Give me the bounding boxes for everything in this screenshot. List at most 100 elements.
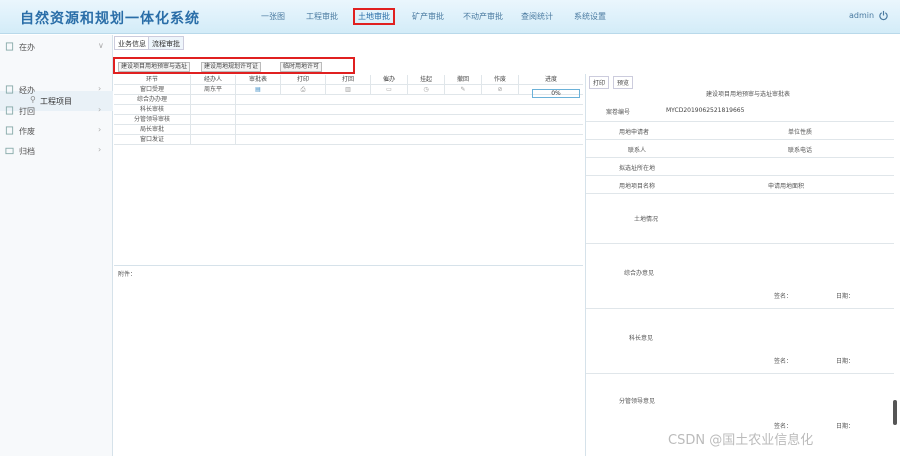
column-header: 进度 [544,76,557,83]
chevron-right-icon: › [98,125,102,134]
print-button[interactable]: 打印 [589,76,610,89]
document-icon [5,42,14,51]
signature-label: 签名： [774,358,793,365]
approval-form-panel: 打印 预览 建设项目用地预审与选址审批表 案卷编号 MYCD2019062521… [585,74,900,456]
attachment-panel: 附件： [114,265,583,456]
app-title: 自然资源和规划一体化系统 [20,11,200,27]
column-header: 作废 [482,75,519,85]
folder-icon [5,147,14,155]
column-header: 挂起 [408,75,445,85]
column-header: 打回 [326,75,371,85]
date-label: 日期： [836,293,855,300]
return-icon[interactable]: ▥ [326,85,371,95]
form-label: 用地项目名称 [619,183,656,190]
progress-bar: 0% [532,89,580,98]
document-icon [5,85,14,94]
step-name: 科长审核 [114,105,191,115]
watermark: CSDN @国土农业信息化 [668,433,814,448]
nav-settings[interactable]: 系统设置 [574,11,606,22]
case-number: MYCD2019062521819665 [666,107,745,114]
form-row: 用地申请者 单位性质 [586,122,894,140]
form-label: 科长意见 [629,335,654,342]
tab-business-info[interactable]: 业务信息 [114,36,150,50]
form-row: 土地情况 [586,194,894,244]
preview-button[interactable]: 预览 [613,76,634,89]
sidebar-item-label: 在办 [19,43,35,52]
step-name: 局长审批 [114,125,191,135]
nav-mining[interactable]: 矿产审批 [412,11,444,22]
attachment-label: 附件： [118,271,137,278]
void-icon[interactable]: ⊘ [482,85,519,95]
column-header: 环节 [114,75,191,85]
form-icon[interactable]: ▤ [236,85,281,95]
form-row: 综合办意见 签名： 日期： [586,244,894,309]
action-button-planning-permit[interactable]: 建设用地规划许可证 [201,62,262,72]
step-name: 综合办办理 [114,95,191,105]
action-button-group: 建设项目用地预审与选址 建设用地规划许可证 临时用地许可 [113,57,355,74]
sidebar-item-returned[interactable]: 打回 › [0,101,113,121]
remind-icon[interactable]: ▭ [371,85,408,95]
scrollbar-thumb[interactable] [893,400,897,425]
sidebar-item-handled[interactable]: 经办 › [0,80,113,100]
form-row: 用地项目名称 申请用地面积 [586,176,894,194]
table-row: 综合办办理 [114,95,583,105]
sidebar-item-label: 作废 [19,127,35,136]
print-icon[interactable]: ⎙ [281,85,326,95]
chevron-down-icon: ∨ [98,41,104,50]
nav-engineering[interactable]: 工程审批 [306,11,338,22]
handler-name: 周东平 [191,85,236,95]
form-label: 申请用地面积 [768,183,805,190]
form-label: 用地申请者 [619,129,650,136]
form-label: 拟选址所在地 [619,165,656,172]
withdraw-icon[interactable]: ✎ [445,85,482,95]
column-header: 撤回 [445,75,482,85]
power-icon[interactable] [878,10,889,21]
step-name: 分管领导审核 [114,115,191,125]
form-row: 联系人 联系电话 [586,140,894,158]
table-row: 分管领导审核 [114,115,583,125]
form-row: 案卷编号 MYCD2019062521819665 [586,100,894,122]
document-icon [5,106,14,115]
sidebar-item-voided[interactable]: 作废 › [0,121,113,141]
sidebar-item-label: 打回 [19,107,35,116]
document-icon [5,126,14,135]
table-header-row: 环节 经办人 审批表 打印 打回 催办 挂起 撤回 作废 进度 [114,75,583,85]
sidebar-item-label: 经办 [19,86,35,95]
chevron-right-icon: › [98,145,102,154]
nav-stats[interactable]: 查阅统计 [521,11,553,22]
top-header: 自然资源和规划一体化系统 一张图 工程审批 土地审批 矿产审批 不动产审批 查阅… [0,0,900,34]
form-label: 土地情况 [634,216,659,223]
form-row: 拟选址所在地 [586,158,894,176]
form-label: 单位性质 [788,129,813,136]
nav-realestate[interactable]: 不动产审批 [463,11,503,22]
sidebar: 在办 ∨ ⚲ 工程项目 经办 › 打回 › 作废 › 归档 › [0,35,113,456]
chevron-right-icon: › [98,105,102,114]
step-name: 窗口受理 [114,85,191,95]
sidebar-item-archived[interactable]: 归档 › [0,141,113,161]
suspend-icon[interactable]: ◷ [408,85,445,95]
workflow-table: 环节 经办人 审批表 打印 打回 催办 挂起 撤回 作废 进度 窗口受理 周东平… [114,75,583,170]
user-name[interactable]: admin [849,11,874,20]
form-label: 联系人 [628,147,647,154]
form-row: 科长意见 签名： 日期： [586,309,894,374]
table-row: 局长审批 [114,125,583,135]
sidebar-item-inprogress[interactable]: 在办 ∨ [0,37,113,57]
tab-approval-flow[interactable]: 流程审批 [148,36,184,50]
app-window: 自然资源和规划一体化系统 一张图 工程审批 土地审批 矿产审批 不动产审批 查阅… [0,0,900,456]
column-header: 催办 [371,75,408,85]
table-row: 科长审核 [114,105,583,115]
nav-map[interactable]: 一张图 [261,11,285,22]
action-button-preselect[interactable]: 建设项目用地预审与选址 [118,62,191,72]
form-label: 分管领导意见 [619,398,656,405]
form-label: 联系电话 [788,147,813,154]
form-label: 案卷编号 [606,109,631,116]
nav-land[interactable]: 土地审批 [353,8,395,25]
sidebar-item-label: 归档 [19,147,35,156]
column-header: 打印 [281,75,326,85]
form-title: 建设项目用地预审与选址审批表 [706,91,791,98]
table-row: 窗口发证 [114,135,583,145]
table-row: 窗口受理 周东平 ▤ ⎙ ▥ ▭ ◷ ✎ ⊘ [114,85,583,95]
action-button-temp-permit[interactable]: 临时用地许可 [280,62,323,72]
column-header: 经办人 [191,75,236,85]
chevron-right-icon: › [98,84,102,93]
